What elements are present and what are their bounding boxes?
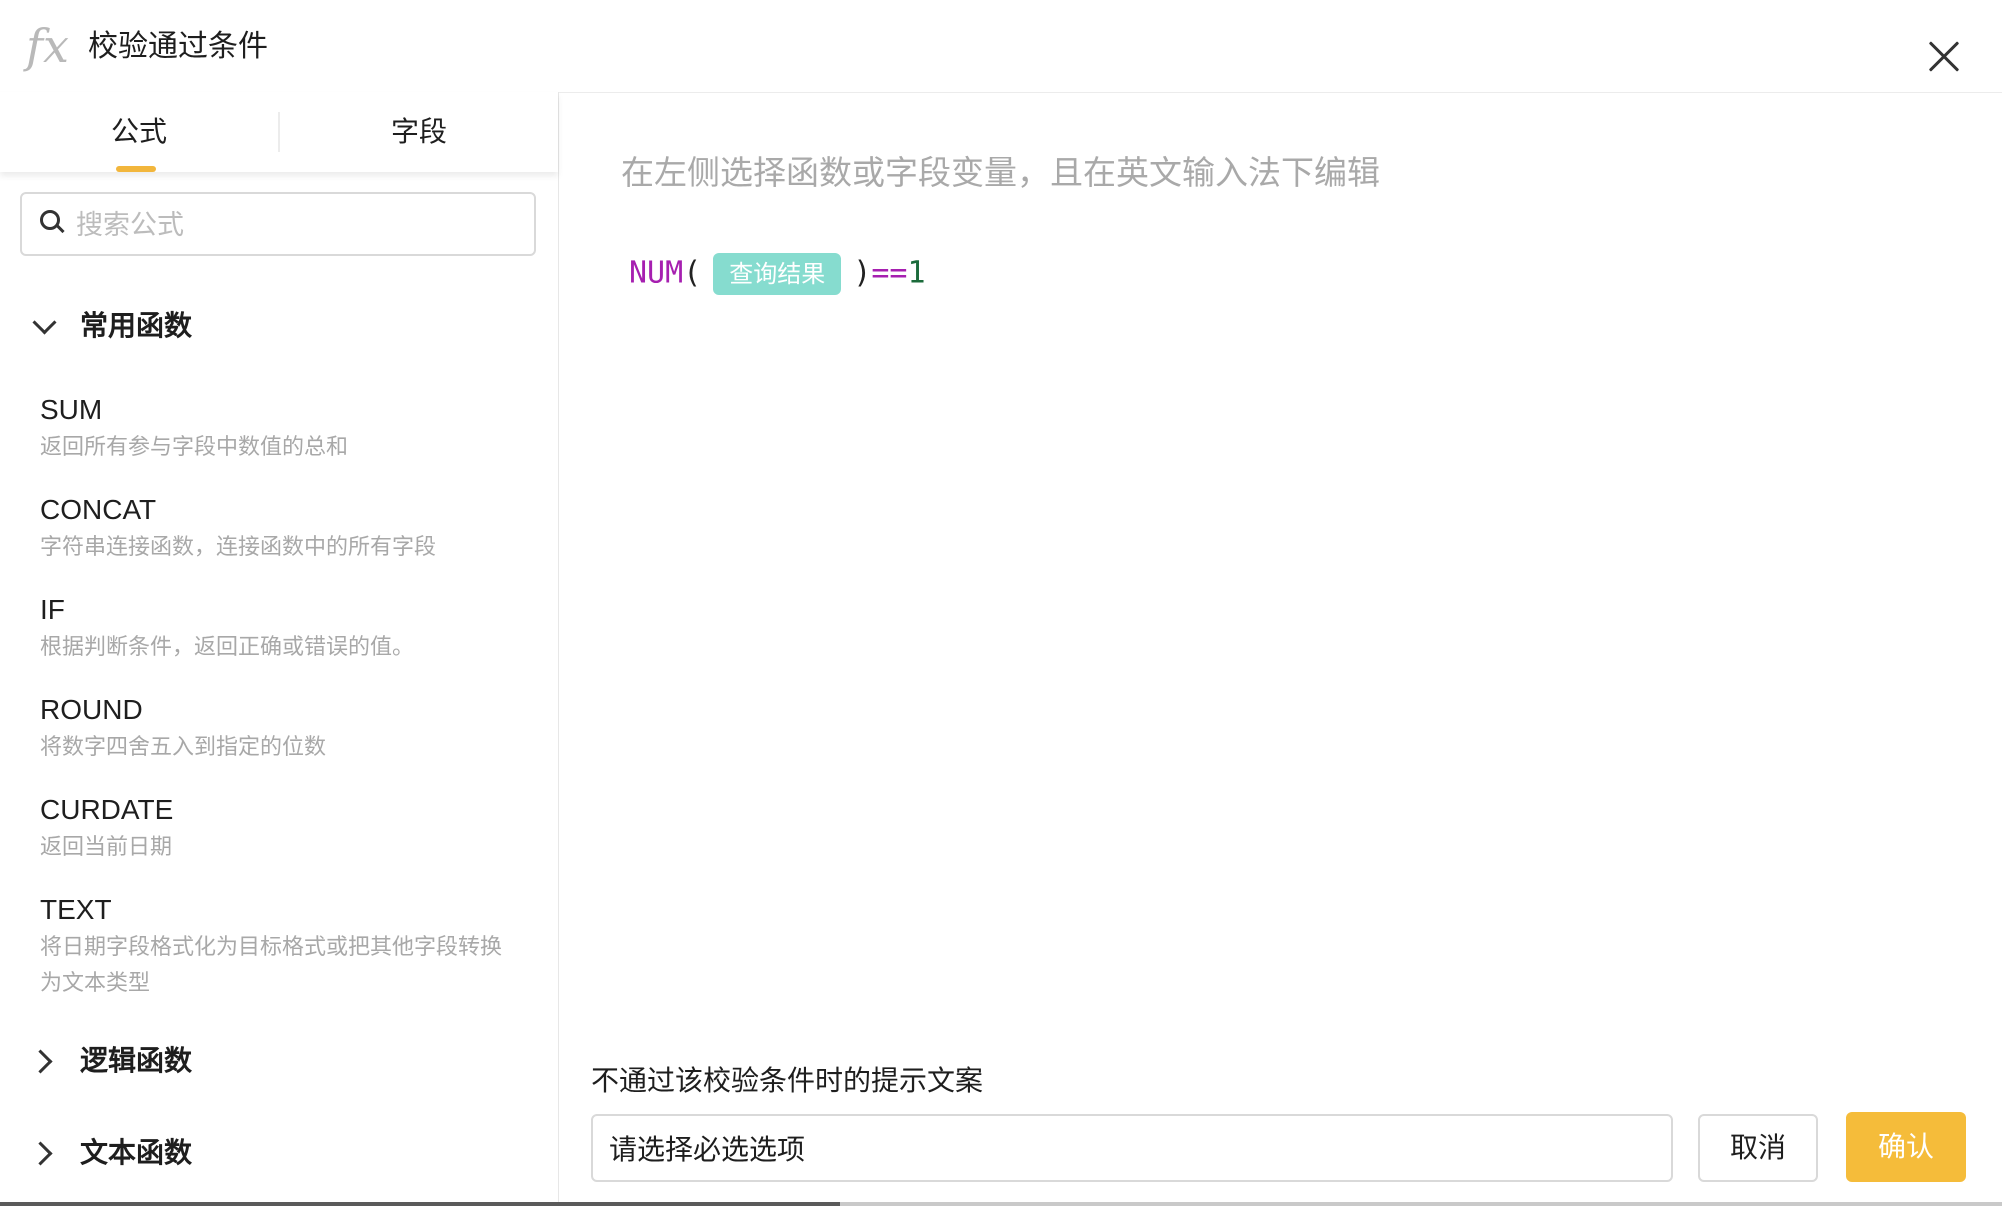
formula-value: 1	[907, 255, 926, 291]
group-label: 常用函数	[80, 309, 193, 342]
formula-function: NUM	[629, 255, 684, 291]
confirm-button[interactable]: 确认	[1846, 1112, 1966, 1182]
group-label: 逻辑函数	[80, 1044, 193, 1077]
fx-icon: fx	[26, 19, 69, 73]
function-description: 字符串连接函数，连接函数中的所有字段	[40, 535, 437, 560]
formula-field-tag[interactable]: 查询结果	[713, 252, 842, 295]
function-name: TEXT	[40, 894, 112, 925]
function-item-round[interactable]: ROUND 将数字四舍五入到指定的位数	[40, 692, 520, 766]
function-description: 根据判断条件，返回正确或错误的值。	[40, 635, 415, 660]
function-item-concat[interactable]: CONCAT 字符串连接函数，连接函数中的所有字段	[40, 492, 520, 566]
editor-hint: 在左侧选择函数或字段变量，且在英文输入法下编辑	[621, 153, 1380, 192]
function-panel: 公式 字段 常用函数 SUM 返回所有参与字段中数值的总和 CONCAT 字符串…	[0, 92, 559, 1206]
chevron-down-icon	[32, 310, 57, 335]
search-box	[20, 192, 536, 256]
function-item-if[interactable]: IF 根据判断条件，返回正确或错误的值。	[40, 592, 520, 666]
tab-field[interactable]: 字段	[280, 92, 558, 172]
error-message-input[interactable]	[591, 1114, 1673, 1182]
search-input[interactable]	[74, 202, 518, 248]
function-description: 返回所有参与字段中数值的总和	[40, 435, 349, 460]
function-name: ROUND	[40, 694, 143, 725]
function-item-sum[interactable]: SUM 返回所有参与字段中数值的总和	[40, 392, 520, 466]
formula-editor-panel: 在左侧选择函数或字段变量，且在英文输入法下编辑 NUM( 查询结果)==1 不通过…	[559, 92, 2002, 1206]
formula-dialog: fx 校验通过条件 公式 字段 常用函数 SUM 返回所有参与字段中数值的总和 …	[0, 0, 2002, 1206]
function-name: CONCAT	[40, 494, 157, 525]
formula-open-paren: (	[683, 255, 702, 291]
function-description: 将日期字段格式化为目标格式或把其他字段转换为文本类型	[40, 935, 503, 996]
chevron-right-icon	[28, 1049, 53, 1074]
error-message-label: 不通过该校验条件时的提示文案	[591, 1064, 984, 1097]
function-item-curdate[interactable]: CURDATE 返回当前日期	[40, 792, 520, 866]
tab-formula[interactable]: 公式	[0, 92, 278, 172]
dialog-header: fx 校验通过条件	[0, 0, 2002, 93]
search-icon	[40, 210, 65, 234]
formula-operator: ==	[871, 255, 908, 291]
function-description: 返回当前日期	[40, 835, 173, 860]
function-item-text[interactable]: TEXT 将日期字段格式化为目标格式或把其他字段转换为文本类型	[40, 892, 520, 1002]
function-name: CURDATE	[40, 794, 174, 825]
window-bottom-edge	[0, 1202, 2002, 1206]
function-name: SUM	[40, 394, 103, 425]
function-description: 将数字四舍五入到指定的位数	[40, 735, 327, 760]
close-icon[interactable]	[1926, 38, 1962, 74]
chevron-right-icon	[28, 1141, 53, 1166]
cancel-button[interactable]: 取消	[1698, 1114, 1818, 1182]
panel-tabs: 公式 字段	[0, 92, 558, 172]
formula-editor[interactable]: NUM( 查询结果)==1	[629, 250, 926, 296]
function-name: IF	[40, 594, 65, 625]
dialog-title: 校验通过条件	[88, 29, 268, 64]
formula-close-paren: )	[853, 255, 872, 291]
active-tab-indicator	[116, 166, 156, 172]
group-label: 文本函数	[80, 1136, 193, 1169]
